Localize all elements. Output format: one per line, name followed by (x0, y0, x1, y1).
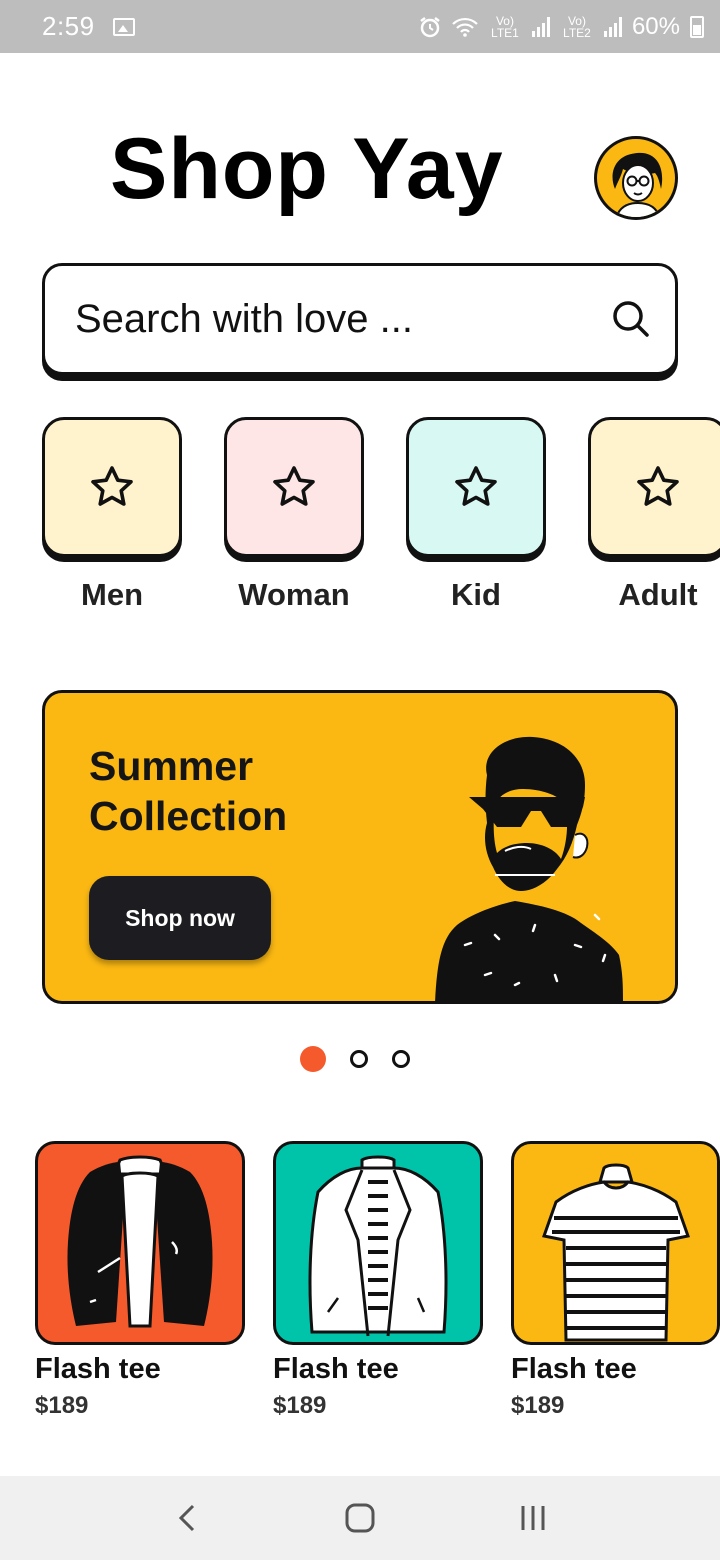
page-title: Shop Yay (110, 121, 504, 217)
star-icon (273, 466, 315, 506)
category-label: Men (81, 577, 143, 612)
carousel-indicator (300, 1046, 410, 1072)
status-bar: 2:59 Vo) LTE1 Vo) LTE2 60% (0, 0, 720, 53)
battery-icon (690, 15, 704, 38)
product-image[interactable] (273, 1141, 483, 1345)
home-icon (345, 1503, 375, 1533)
home-button[interactable] (330, 1488, 390, 1548)
category-tile[interactable] (588, 417, 720, 557)
category-tile[interactable] (406, 417, 546, 557)
avatar-icon (612, 152, 663, 217)
sim2-signal-icon (603, 16, 622, 37)
product-image[interactable] (511, 1141, 720, 1345)
banner-heading-line1: Summer (89, 743, 254, 789)
star-icon (91, 466, 133, 506)
product-price: $189 (273, 1392, 327, 1419)
bearded-man-illustration (435, 736, 623, 1001)
category-label: Adult (618, 577, 698, 612)
product-image[interactable] (35, 1141, 245, 1345)
product-name: Flash tee (511, 1353, 637, 1385)
category-tile[interactable] (42, 417, 182, 557)
alarm-icon (420, 16, 440, 37)
carousel-dot-active[interactable] (300, 1046, 326, 1072)
search-input[interactable] (75, 296, 611, 342)
banner-heading: Summer Collection (89, 741, 287, 841)
category-kid[interactable]: Kid (406, 417, 546, 613)
leather-jacket-icon (67, 1155, 213, 1328)
category-woman[interactable]: Woman (224, 417, 364, 613)
sim1-signal-icon (531, 16, 550, 37)
product-name: Flash tee (273, 1353, 399, 1385)
shop-now-button[interactable]: Shop now (89, 876, 271, 960)
product-card[interactable]: Flash tee $189 (511, 1141, 720, 1420)
sim1-label: Vo) LTE1 (491, 13, 519, 40)
gallery-notification-icon (112, 17, 135, 36)
star-icon (637, 466, 679, 506)
category-label: Woman (238, 577, 350, 612)
back-icon (178, 1504, 194, 1532)
category-tile[interactable] (224, 417, 364, 557)
striped-tee-icon (541, 1163, 690, 1342)
category-label: Kid (451, 577, 501, 612)
recent-apps-button[interactable] (503, 1488, 563, 1548)
back-button[interactable] (157, 1488, 217, 1548)
star-icon (455, 466, 497, 506)
avatar[interactable] (594, 136, 678, 220)
category-men[interactable]: Men (42, 417, 182, 613)
promo-banner[interactable]: Summer Collection Shop now (42, 690, 678, 1004)
recent-apps-icon (521, 1506, 545, 1530)
system-nav-bar (0, 1476, 720, 1560)
blazer-icon (308, 1155, 448, 1337)
search-icon[interactable] (611, 299, 651, 339)
product-card[interactable]: Flash tee $189 (273, 1141, 483, 1420)
product-name: Flash tee (35, 1353, 161, 1385)
product-card[interactable]: Flash tee $189 (35, 1141, 245, 1420)
wifi-icon (452, 17, 478, 37)
sim2-label: Vo) LTE2 (563, 13, 591, 40)
carousel-dot[interactable] (350, 1050, 368, 1068)
carousel-dot[interactable] (392, 1050, 410, 1068)
banner-heading-line2: Collection (89, 793, 288, 839)
status-icons: Vo) LTE1 Vo) LTE2 60% (418, 13, 704, 41)
search-bar (42, 263, 678, 375)
category-adult[interactable]: Adult (588, 417, 720, 613)
product-price: $189 (511, 1392, 565, 1419)
battery-percent: 60% (631, 12, 680, 40)
product-price: $189 (35, 1392, 89, 1419)
status-time: 2:59 (42, 11, 95, 41)
